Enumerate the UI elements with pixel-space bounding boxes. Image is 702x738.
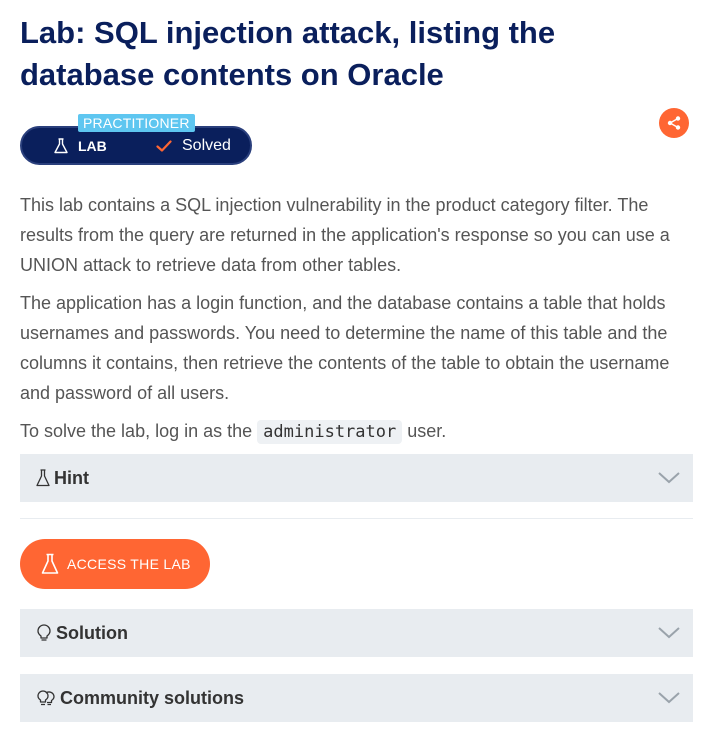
level-tag: PRACTITIONER (78, 114, 195, 132)
username-code: administrator (257, 420, 403, 444)
flask-icon (41, 553, 59, 574)
lab-label: LAB (54, 128, 107, 163)
check-icon (156, 139, 172, 152)
description-paragraph-2: The application has a login function, an… (20, 293, 670, 403)
hint-accordion[interactable]: Hint (20, 454, 693, 502)
section-divider (20, 518, 693, 519)
solved-status-text: Solved (182, 136, 231, 154)
instruction-text-end: user. (407, 421, 447, 441)
solution-label: Solution (56, 622, 128, 643)
community-solutions-label: Community solutions (60, 687, 244, 708)
description-paragraph-1: This lab contains a SQL injection vulner… (20, 195, 670, 275)
lab-badge: PRACTITIONER LAB Solved (20, 114, 252, 166)
instruction-text: To solve the lab, log in as the (20, 421, 253, 441)
access-lab-button[interactable]: ACCESS THE LAB (20, 539, 210, 589)
solution-accordion[interactable]: Solution (20, 609, 693, 657)
chevron-down-icon (658, 627, 680, 639)
page-title: Lab: SQL injection attack, listing the d… (20, 15, 556, 92)
chevron-down-icon (658, 692, 680, 704)
description-paragraph-3: To solve the lab, log in as the administ… (20, 416, 685, 447)
flask-icon (54, 137, 68, 153)
access-lab-label: ACCESS THE LAB (67, 556, 191, 572)
solved-status: Solved (156, 128, 231, 163)
share-icon (667, 116, 681, 130)
lightbulbs-icon (37, 690, 55, 706)
share-button[interactable] (659, 108, 689, 138)
community-solutions-accordion[interactable]: Community solutions (20, 674, 693, 722)
flask-icon (36, 469, 50, 487)
lab-label-text: LAB (78, 137, 107, 154)
lightbulb-icon (37, 624, 51, 641)
hint-label: Hint (54, 467, 89, 488)
chevron-down-icon (658, 472, 680, 484)
